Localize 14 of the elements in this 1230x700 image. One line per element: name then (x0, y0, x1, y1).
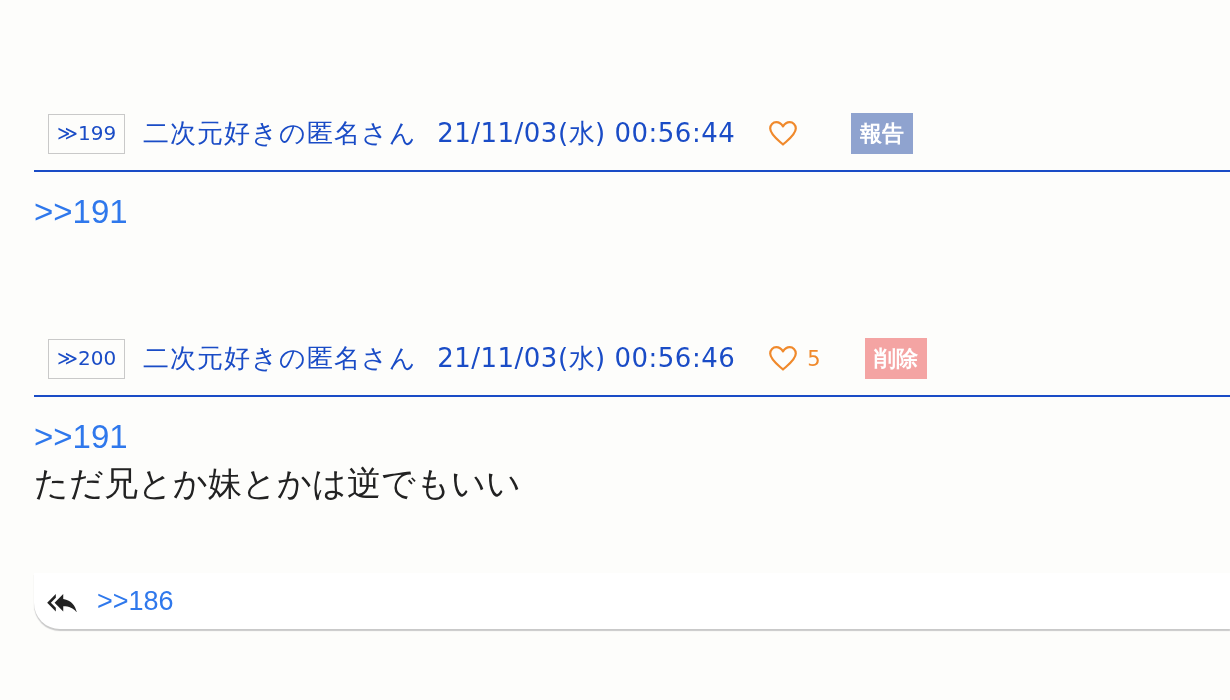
heart-icon[interactable] (769, 121, 798, 146)
reply-link[interactable]: >>186 (97, 585, 174, 617)
like-count: 5 (807, 346, 821, 371)
heart-icon[interactable] (769, 346, 798, 371)
post-text: ただ兄とか妹とかは逆でもいい (34, 463, 521, 504)
post-number-link[interactable]: ≫199 (48, 113, 126, 154)
anchor-link[interactable]: >>191 (34, 417, 128, 457)
post-number-link[interactable]: ≫200 (48, 338, 126, 379)
author-name: 二次元好きの匿名さん (143, 342, 418, 375)
post-datetime: 21/11/03(水) 00:56:44 (437, 117, 736, 150)
anchor-link[interactable]: >>191 (34, 192, 128, 232)
report-button[interactable]: 報告 (851, 113, 914, 154)
post-datetime: 21/11/03(水) 00:56:46 (437, 342, 736, 375)
author-name: 二次元好きの匿名さん (143, 117, 418, 150)
